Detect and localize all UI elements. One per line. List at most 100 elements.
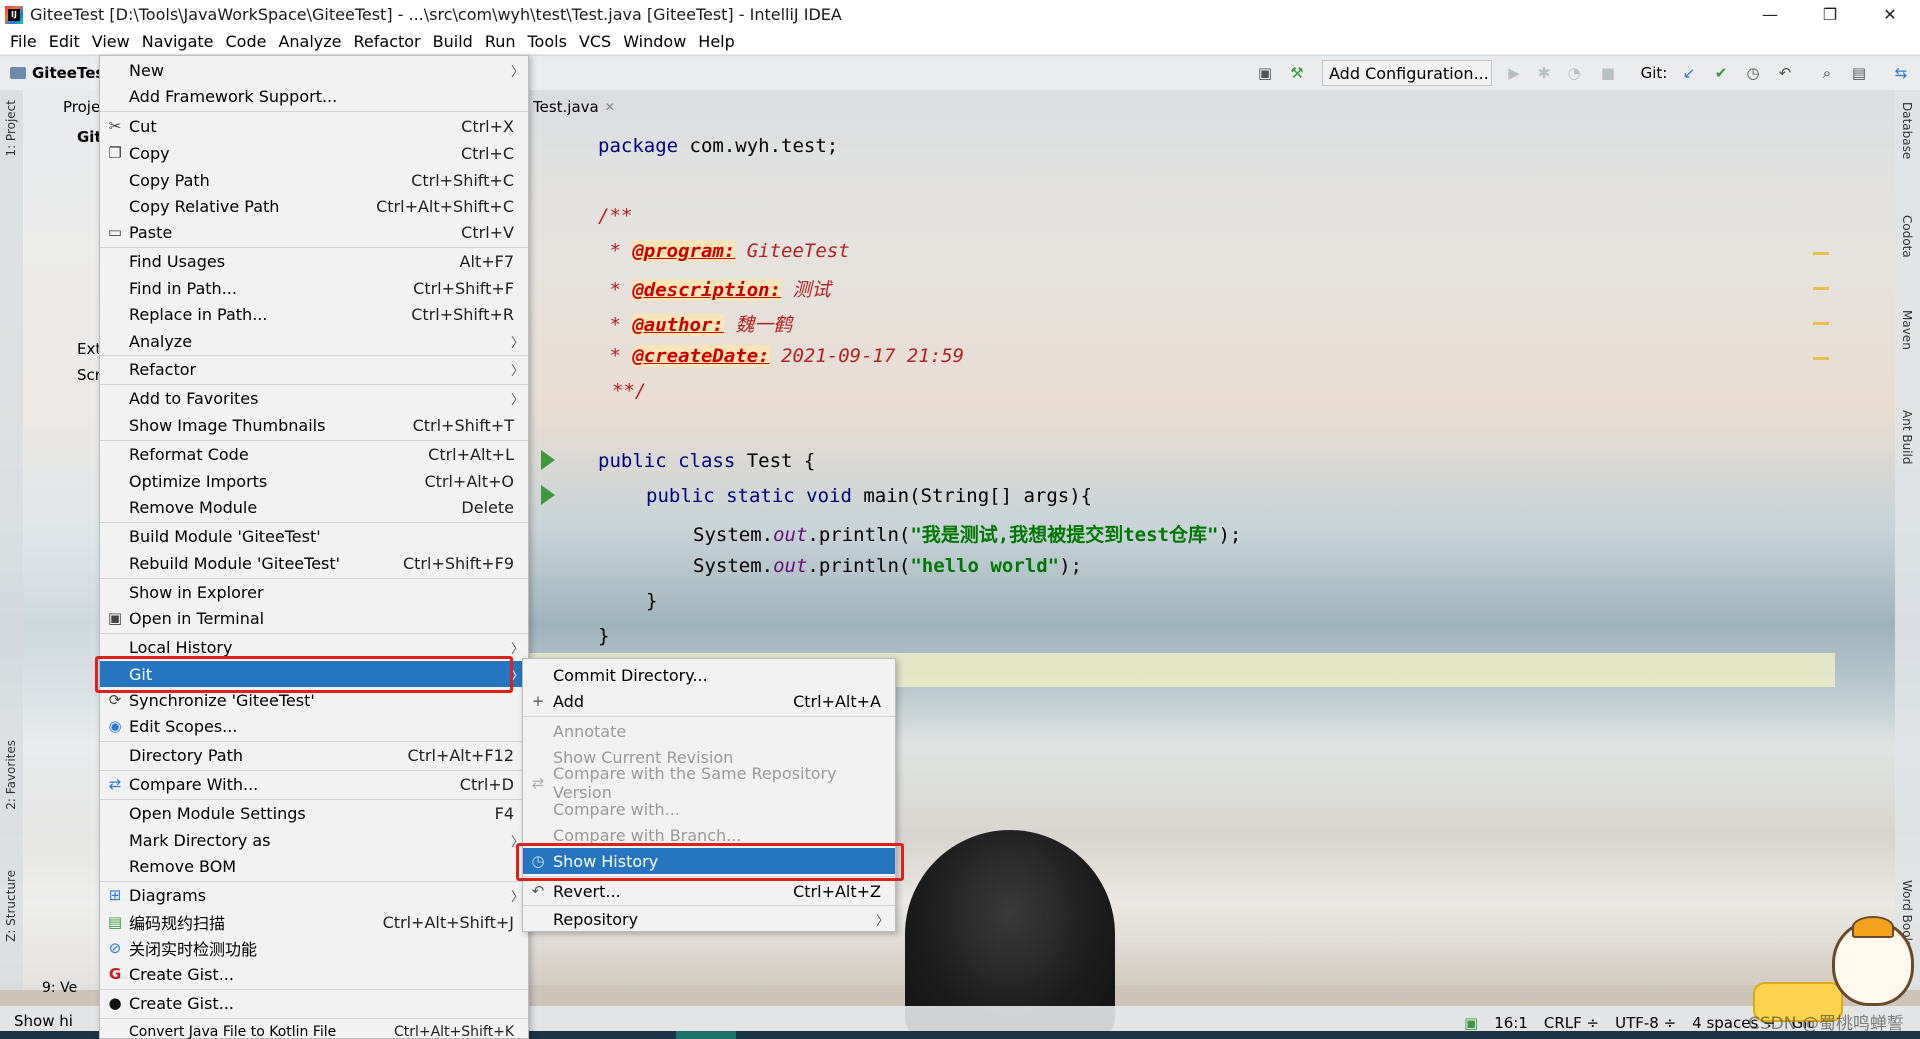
code-line-brace-inner[interactable]: } [646,590,657,612]
menu-refactor[interactable]: Refactor [348,32,427,51]
git-item-annotate[interactable]: Annotate [523,718,895,744]
breadcrumb[interactable]: GiteeTes [10,64,104,82]
menu-item-create-gist-gitee[interactable]: G Create Gist... [100,961,528,987]
run-class-gutter-icon[interactable] [541,450,555,470]
menu-item-replace-in-path[interactable]: Replace in Path... Ctrl+Shift+R [100,301,528,327]
menu-item-remove-module[interactable]: Remove Module Delete [100,494,528,520]
menu-item-build-module[interactable]: Build Module 'GiteeTest' [100,523,528,549]
menu-item-find-usages[interactable]: Find Usages Alt+F7 [100,248,528,274]
git-item-compare-same-repo-version[interactable]: ⇄ Compare with the Same Repository Versio… [523,764,895,802]
code-line-class[interactable]: public class Test { [598,450,815,472]
project-panel-title[interactable]: Proje [63,98,100,116]
restore-button[interactable]: ❐ [1800,0,1860,29]
version-control-tool-tab[interactable]: 9: Ve [42,980,77,996]
menu-item-add-to-favorites[interactable]: Add to Favorites 〉 [100,385,528,411]
code-line-package[interactable]: package com.wyh.test; [598,135,838,157]
close-button[interactable]: ✕ [1860,0,1920,29]
menu-item-diagrams[interactable]: ⊞ Diagrams 〉 [100,882,528,908]
menu-tools[interactable]: Tools [522,32,573,51]
git-item-compare-with[interactable]: Compare with... [523,796,895,822]
menu-analyze[interactable]: Analyze [272,32,347,51]
search-icon[interactable]: ⌕ [1816,62,1838,84]
code-line-println-2[interactable]: System.out.println("hello world"); [693,555,1082,577]
code-line-main[interactable]: public static void main(String[] args){ [646,485,1092,507]
structure-tool-tab[interactable]: Z: Structure [4,870,18,942]
debug-icon[interactable]: ✱ [1533,62,1555,84]
code-line-doc-open[interactable]: /** [598,205,632,227]
scratches-item[interactable]: Scr [77,366,101,384]
menu-item-cut[interactable]: ✂ Cut Ctrl+X [100,113,528,139]
external-libraries-item[interactable]: Ext [77,340,101,358]
menu-item-refactor[interactable]: Refactor 〉 [100,356,528,382]
menu-item-optimize-imports[interactable]: Optimize Imports Ctrl+Alt+O [100,468,528,494]
code-line-brace-outer[interactable]: } [598,625,609,647]
menu-item-code-scan[interactable]: ▤ 编码规约扫描 Ctrl+Alt+Shift+J [100,909,528,935]
menu-item-find-in-path[interactable]: Find in Path... Ctrl+Shift+F [100,275,528,301]
project-window-icon[interactable]: ▤ [1848,62,1870,84]
menu-item-rebuild-module[interactable]: Rebuild Module 'GiteeTest' Ctrl+Shift+F9 [100,550,528,576]
event-log-icon[interactable]: ▣ [1464,1014,1478,1032]
menu-edit[interactable]: Edit [43,32,86,51]
menu-navigate[interactable]: Navigate [136,32,220,51]
coverage-icon[interactable]: ◔ [1563,62,1585,84]
run-icon[interactable]: ▶ [1503,62,1525,84]
project-structure-icon[interactable]: ▣ [1254,62,1276,84]
menu-item-open-module-settings[interactable]: Open Module Settings F4 [100,800,528,826]
code-line-author[interactable]: * @author: 魏一鹤 [598,310,792,337]
menu-item-directory-path[interactable]: Directory Path Ctrl+Alt+F12 [100,742,528,768]
menu-item-compare-with[interactable]: ⇄ Compare With... Ctrl+D [100,771,528,797]
menu-vcs[interactable]: VCS [573,32,617,51]
menu-item-new[interactable]: New 〉 [100,57,528,83]
git-item-revert[interactable]: ↶ Revert... Ctrl+Alt+Z [523,878,895,904]
database-tool-tab[interactable]: Database [1900,102,1914,159]
line-separator[interactable]: CRLF ÷ [1544,1014,1599,1032]
menu-build[interactable]: Build [427,32,479,51]
menu-item-add-framework-support[interactable]: Add Framework Support... [100,83,528,109]
menu-item-edit-scopes[interactable]: ◉ Edit Scopes... [100,713,528,739]
run-main-gutter-icon[interactable] [541,485,555,505]
menu-item-show-in-explorer[interactable]: Show in Explorer [100,579,528,605]
maven-tool-tab[interactable]: Maven [1900,310,1914,350]
favorites-tool-tab[interactable]: 2: Favorites [4,740,18,810]
menu-item-remove-bom[interactable]: Remove BOM [100,853,528,879]
menu-window[interactable]: Window [617,32,692,51]
menu-item-analyze[interactable]: Analyze 〉 [100,328,528,354]
git-item-commit-directory[interactable]: Commit Directory... [523,662,895,688]
menu-item-convert-to-kotlin[interactable]: Convert Java File to Kotlin File Ctrl+Alt… [100,1019,528,1039]
caret-position[interactable]: 16:1 [1494,1014,1528,1032]
code-line-doc-close[interactable]: **/ [612,380,646,402]
project-root-item[interactable]: Git [77,128,102,146]
warning-stripe-marker[interactable] [1813,322,1829,325]
menu-item-show-image-thumbnails[interactable]: Show Image Thumbnails Ctrl+Shift+T [100,412,528,438]
menu-item-create-gist-github[interactable]: ● Create Gist... [100,990,528,1016]
menu-item-disable-realtime-check[interactable]: ⊘ 关闭实时检测功能 [100,935,528,961]
code-line-createdate[interactable]: * @createDate: 2021-09-17 21:59 [598,345,964,367]
stop-icon[interactable]: ■ [1597,62,1619,84]
menu-view[interactable]: View [86,32,136,51]
translate-icon[interactable]: ⇆ [1890,62,1912,84]
project-tool-tab[interactable]: 1: Project [4,100,18,157]
code-line-description[interactable]: * @description: 测试 [598,275,831,302]
ant-build-tool-tab[interactable]: Ant Build [1900,410,1914,464]
build-hammer-icon[interactable]: ⚒ [1286,62,1308,84]
codota-tool-tab[interactable]: Codota [1900,215,1914,258]
git-history-icon[interactable]: ◷ [1742,62,1764,84]
menu-item-copy-path[interactable]: Copy Path Ctrl+Shift+C [100,167,528,193]
git-item-repository[interactable]: Repository 〉 [523,906,895,932]
editor-tab-test-java[interactable]: Test.java ✕ [527,98,621,116]
menu-code[interactable]: Code [220,32,273,51]
menu-help[interactable]: Help [692,32,740,51]
menu-item-reformat-code[interactable]: Reformat Code Ctrl+Alt+L [100,441,528,467]
close-tab-icon[interactable]: ✕ [605,100,615,114]
menu-item-mark-directory-as[interactable]: Mark Directory as 〉 [100,827,528,853]
warning-stripe-marker[interactable] [1813,252,1829,255]
git-commit-icon[interactable]: ✔ [1710,62,1732,84]
git-update-icon[interactable]: ↙ [1678,62,1700,84]
code-line-println-1[interactable]: System.out.println("我是测试,我想被提交到test仓库"); [693,520,1241,547]
menu-item-paste[interactable]: ▭ Paste Ctrl+V [100,219,528,245]
menu-run[interactable]: Run [479,32,522,51]
add-configuration-button[interactable]: Add Configuration... [1322,60,1492,86]
minimize-button[interactable]: — [1740,0,1800,29]
code-line-program[interactable]: * @program: GiteeTest [598,240,850,262]
warning-stripe-marker[interactable] [1813,357,1829,360]
